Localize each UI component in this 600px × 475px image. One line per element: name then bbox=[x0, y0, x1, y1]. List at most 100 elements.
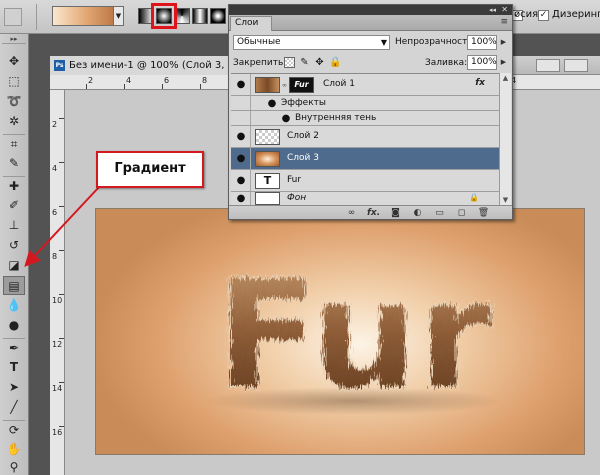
layers-scrollbar[interactable]: ▲ ▼ bbox=[499, 73, 511, 205]
close-icon[interactable]: ✕ bbox=[501, 5, 508, 15]
brush-tool-icon[interactable]: ✐ bbox=[3, 196, 25, 215]
type-tool-icon[interactable]: T bbox=[3, 358, 25, 377]
lasso-tool-icon[interactable]: ➰ bbox=[3, 92, 25, 111]
eye-cell: ● bbox=[231, 126, 251, 147]
trash-icon[interactable]: 🗑 bbox=[477, 207, 490, 219]
ruler-left-tick bbox=[59, 162, 64, 163]
pen-tool-icon[interactable]: ✒ bbox=[3, 338, 25, 357]
new-layer-icon[interactable]: ◻ bbox=[455, 207, 468, 219]
layer-thumbnail bbox=[255, 129, 280, 145]
scroll-down-icon[interactable]: ▼ bbox=[500, 195, 511, 205]
fx-badge: fx bbox=[475, 78, 485, 88]
maximize-icon[interactable] bbox=[564, 59, 588, 72]
tool-preset-picker[interactable] bbox=[4, 8, 22, 26]
lock-transparency-icon[interactable] bbox=[284, 57, 295, 68]
layer-row-3[interactable]: ● Слой 3 bbox=[231, 148, 499, 170]
text-layer-thumbnail: T bbox=[255, 173, 280, 189]
fill-slider-arrow-icon[interactable]: ▶ bbox=[499, 55, 508, 70]
photoshop-window: ▼ ✓ осия ✓ Дизеринг ▸▸ ✥ ⬚ ➰ ✲ ⌗ ✎ ✚ ✐ ⊥… bbox=[0, 0, 600, 475]
ruler-left-tick bbox=[59, 206, 64, 207]
ruler-left-label: 4 bbox=[52, 164, 58, 173]
layer-name: Fur bbox=[287, 175, 302, 185]
shape-tool-icon[interactable]: ╱ bbox=[3, 398, 25, 417]
mask-icon[interactable]: ◙ bbox=[389, 207, 402, 219]
link-icon[interactable]: ∞ bbox=[345, 207, 358, 219]
document-title: Без имени-1 @ 100% (Слой 3, RG bbox=[69, 60, 243, 71]
tab-layers[interactable]: Слои bbox=[230, 16, 272, 31]
minimize-icon[interactable] bbox=[536, 59, 560, 72]
layers-panel-titlebar[interactable]: ◂◂ ✕ bbox=[229, 5, 512, 15]
gradient-tool-icon[interactable]: ▤ bbox=[3, 276, 25, 295]
visibility-eye-icon[interactable]: ● bbox=[234, 79, 248, 91]
eraser-tool-icon[interactable]: ◪ bbox=[3, 256, 25, 275]
layer-list: ● ∞ Fur Слой 1 fx ● Эффекты ● Внутренняя… bbox=[231, 73, 499, 206]
opacity-input[interactable]: 100% bbox=[467, 35, 497, 50]
inner-shadow-row[interactable]: ● Внутренняя тень bbox=[231, 111, 499, 126]
history-brush-tool-icon[interactable]: ↺ bbox=[3, 236, 25, 255]
lock-all-icon[interactable]: 🔒 bbox=[329, 57, 341, 68]
lock-pixels-icon[interactable]: ✎ bbox=[299, 57, 310, 68]
blur-tool-icon[interactable]: 💧 bbox=[3, 296, 25, 315]
document-tab[interactable]: Ps Без имени-1 @ 100% (Слой 3, RG bbox=[50, 56, 242, 75]
eye-cell bbox=[231, 111, 251, 125]
diamond-gradient-button[interactable] bbox=[210, 8, 226, 24]
zoom-tool-icon[interactable]: ⚲ bbox=[3, 458, 25, 475]
effects-row[interactable]: ● Эффекты bbox=[231, 96, 499, 111]
opacity-label: Непрозрачность: bbox=[395, 37, 476, 47]
clone-stamp-tool-icon[interactable]: ⊥ bbox=[3, 216, 25, 235]
quick-select-tool-icon[interactable]: ✲ bbox=[3, 112, 25, 131]
artboard-image[interactable]: Fur bbox=[95, 208, 585, 455]
layer-row-fur[interactable]: ● T Fur bbox=[231, 170, 499, 192]
fill-input[interactable]: 100% bbox=[467, 55, 497, 70]
visibility-eye-icon[interactable]: ● bbox=[234, 153, 248, 165]
scroll-up-icon[interactable]: ▲ bbox=[500, 73, 511, 83]
hand-tool-icon[interactable]: ✋ bbox=[3, 440, 25, 459]
ruler-left-tick bbox=[59, 338, 64, 339]
fx-icon[interactable]: fx. bbox=[367, 207, 380, 219]
adjustment-icon[interactable]: ◐ bbox=[411, 207, 424, 219]
gradient-editor-swatch[interactable] bbox=[52, 6, 122, 26]
layers-panel-footer: ∞ fx. ◙ ◐ ▭ ◻ 🗑 bbox=[229, 205, 512, 219]
group-icon[interactable]: ▭ bbox=[433, 207, 446, 219]
radial-gradient-highlight-box bbox=[151, 3, 177, 29]
visibility-eye-icon[interactable]: ● bbox=[234, 193, 248, 205]
healing-brush-tool-icon[interactable]: ✚ bbox=[3, 176, 25, 195]
ruler-top-label: 6 bbox=[164, 76, 170, 85]
eyedropper-tool-icon[interactable]: ✎ bbox=[3, 154, 25, 173]
move-tool-icon[interactable]: ✥ bbox=[3, 52, 25, 71]
visibility-eye-icon[interactable]: ● bbox=[234, 131, 248, 143]
effects-eye-icon[interactable]: ● bbox=[265, 98, 279, 110]
inner-shadow-eye-icon[interactable]: ● bbox=[279, 113, 293, 125]
layer-row-background[interactable]: ● Фон 🔒 bbox=[231, 192, 499, 206]
fur-artwork: Fur bbox=[204, 248, 504, 424]
blend-mode-select[interactable]: Обычные ▼ bbox=[233, 35, 390, 50]
layer-row-1[interactable]: ● ∞ Fur Слой 1 fx bbox=[231, 74, 499, 96]
ruler-left-tick bbox=[59, 118, 64, 119]
reflected-gradient-button[interactable] bbox=[192, 8, 208, 24]
photoshop-doc-icon: Ps bbox=[54, 60, 65, 71]
3d-rotate-tool-icon[interactable]: ⟳ bbox=[3, 420, 25, 439]
gradient-picker-dropdown[interactable]: ▼ bbox=[113, 6, 124, 26]
ruler-left-tick bbox=[59, 250, 64, 251]
callout-label: Градиент bbox=[114, 161, 186, 176]
marquee-tool-icon[interactable]: ⬚ bbox=[3, 72, 25, 91]
ruler-top-label: 4 bbox=[126, 76, 132, 85]
lock-position-icon[interactable]: ✥ bbox=[314, 57, 325, 68]
ruler-top-tick bbox=[200, 84, 201, 89]
eye-cell: ● bbox=[231, 192, 251, 205]
layer-name: Слой 2 bbox=[287, 131, 319, 141]
tools-panel: ▸▸ ✥ ⬚ ➰ ✲ ⌗ ✎ ✚ ✐ ⊥ ↺ ◪ ▤ 💧 ● ✒ T ➤ ╱ ⟳… bbox=[0, 34, 29, 475]
opacity-slider-arrow-icon[interactable]: ▶ bbox=[499, 35, 508, 50]
dodge-tool-icon[interactable]: ● bbox=[3, 316, 25, 335]
ruler-top-label: 2 bbox=[88, 76, 94, 85]
tools-panel-grip[interactable]: ▸▸ bbox=[2, 36, 26, 44]
visibility-eye-icon[interactable]: ● bbox=[234, 175, 248, 187]
crop-tool-icon[interactable]: ⌗ bbox=[3, 134, 25, 153]
layer-row-2[interactable]: ● Слой 2 bbox=[231, 126, 499, 148]
panel-menu-icon[interactable]: ≡ bbox=[500, 17, 508, 27]
dither-checkbox[interactable]: ✓ bbox=[538, 10, 549, 21]
collapse-icon[interactable]: ◂◂ bbox=[489, 5, 496, 15]
dither-label: Дизеринг bbox=[552, 9, 600, 20]
path-select-tool-icon[interactable]: ➤ bbox=[3, 378, 25, 397]
ruler-left-label: 14 bbox=[52, 384, 63, 393]
